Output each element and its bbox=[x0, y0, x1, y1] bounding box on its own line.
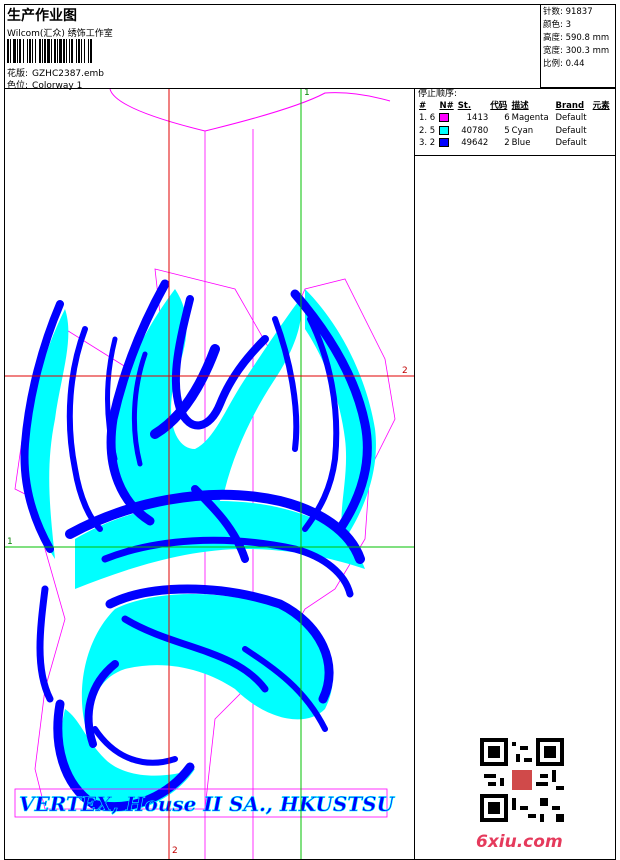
col-stitches: St. bbox=[457, 101, 472, 111]
studio-name: Wilcom(汇众) 绣饰工作室 bbox=[7, 29, 113, 39]
guide-label-right: 2 bbox=[402, 366, 408, 376]
embroidery-preview: VERTEX, House II SA., HKUSTSU bbox=[5, 89, 414, 859]
cyan-swatch bbox=[439, 125, 450, 135]
watermark-site: 6xiu.com bbox=[476, 832, 563, 852]
hoop-outline bbox=[109, 89, 391, 132]
stat-stitches: 针数: 91837 bbox=[543, 7, 593, 17]
row-brand: Default bbox=[555, 113, 587, 123]
row-code: 5 bbox=[504, 125, 510, 136]
blue-swatch bbox=[439, 138, 450, 147]
sequence-row: 2. 5 40780 5 Cyan Default bbox=[418, 125, 613, 138]
stop-sequence-panel: 停止顺序: # N# St. 代码 描述 Brand 元素 1. 6 1413 … bbox=[414, 88, 616, 156]
stat-height: 高度: 590.8 mm bbox=[543, 33, 610, 43]
row-element bbox=[592, 125, 613, 138]
row-code: 2 bbox=[504, 138, 510, 148]
row-description: Magenta bbox=[511, 113, 549, 123]
row-code: 6 bbox=[504, 113, 510, 123]
phoenix-cyan-layer bbox=[24, 289, 376, 812]
barcode-bar bbox=[92, 39, 94, 63]
row-element bbox=[592, 112, 613, 125]
sequence-row: 1. 6 1413 6 Magenta Default bbox=[418, 112, 613, 125]
col-element: 元素 bbox=[592, 101, 610, 111]
stat-width: 宽度: 300.3 mm bbox=[543, 46, 610, 56]
row-stitches: 49642 bbox=[461, 138, 489, 148]
stat-scale: 比例: 0.44 bbox=[543, 59, 585, 69]
barcode bbox=[7, 39, 157, 63]
sequence-table: # N# St. 代码 描述 Brand 元素 1. 6 1413 6 Mage… bbox=[418, 100, 613, 150]
design-canvas: VERTEX, House II SA., HKUSTSU 1 2 1 2 bbox=[5, 89, 414, 859]
col-brand: Brand bbox=[555, 101, 585, 111]
qr-logo bbox=[512, 770, 532, 790]
color-swatch bbox=[438, 112, 456, 125]
row-element bbox=[592, 137, 613, 150]
magenta-swatch bbox=[439, 113, 450, 122]
guide-label-left: 1 bbox=[7, 537, 13, 547]
guide-label-top: 1 bbox=[304, 89, 310, 98]
panel-divider bbox=[414, 156, 415, 860]
color-swatch bbox=[438, 125, 456, 138]
row-description: Cyan bbox=[511, 125, 534, 136]
qr-code bbox=[480, 738, 564, 822]
row-index: 1. 6 bbox=[419, 113, 436, 123]
page-title: 生产作业图 bbox=[7, 8, 77, 24]
col-code: 代码 bbox=[490, 101, 508, 111]
header: 生产作业图 Wilcom(汇众) 绣饰工作室 花版: GZHC2387.emb 色… bbox=[5, 5, 541, 91]
col-number: N# bbox=[439, 101, 454, 111]
stat-colors: 颜色: 3 bbox=[543, 20, 571, 30]
color-swatch bbox=[438, 137, 456, 150]
row-stitches: 1413 bbox=[466, 113, 489, 123]
sequence-header-row: # N# St. 代码 描述 Brand 元素 bbox=[418, 100, 613, 112]
col-index: # bbox=[419, 101, 427, 111]
sequence-title: 停止顺序: bbox=[418, 89, 458, 99]
stats-panel: 针数: 91837 颜色: 3 高度: 590.8 mm 宽度: 300.3 m… bbox=[540, 4, 616, 88]
row-brand: Default bbox=[555, 138, 587, 148]
row-index: 2. 5 bbox=[419, 125, 436, 136]
banner-text: VERTEX, House II SA., HKUSTSU bbox=[19, 792, 396, 816]
row-stitches: 40780 bbox=[461, 125, 489, 136]
col-description: 描述 bbox=[511, 101, 529, 111]
row-description: Blue bbox=[511, 138, 531, 148]
row-index: 3. 2 bbox=[419, 138, 436, 148]
guide-label-bottom: 2 bbox=[172, 846, 178, 856]
sequence-row: 3. 2 49642 2 Blue Default bbox=[418, 137, 613, 150]
row-brand: Default bbox=[555, 125, 587, 136]
